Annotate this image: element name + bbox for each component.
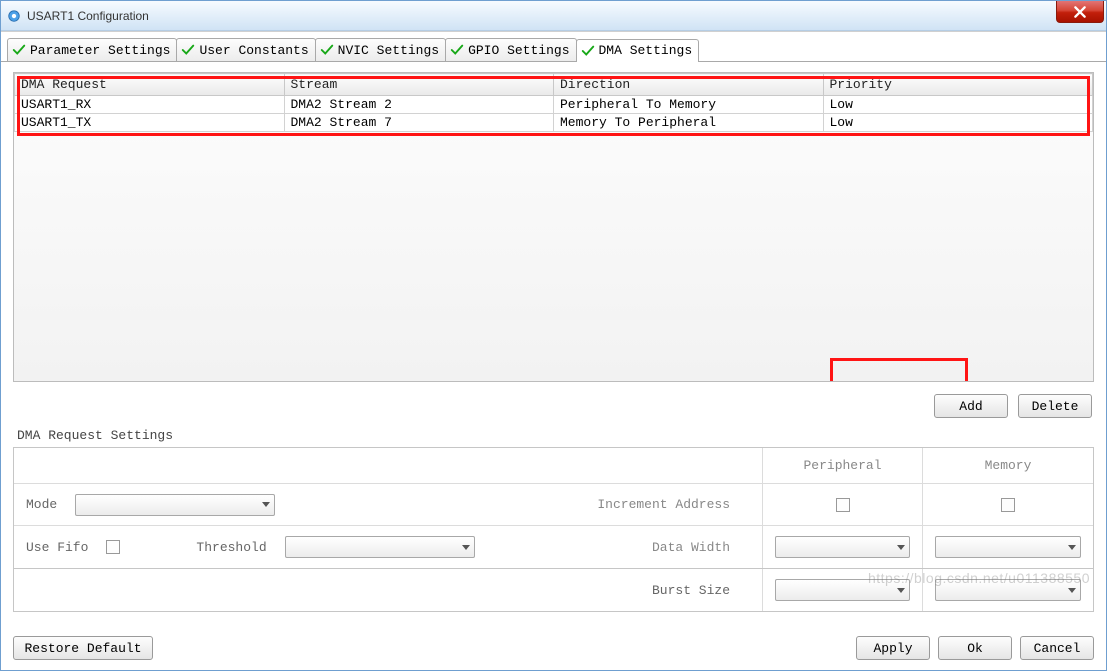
- memory-burst-cell: [923, 569, 1093, 611]
- chevron-down-icon: [897, 545, 905, 550]
- close-button[interactable]: [1056, 1, 1104, 23]
- cell-dir: Memory To Peripheral: [554, 114, 824, 132]
- data-width-label: Data Width: [652, 540, 730, 555]
- col-direction[interactable]: Direction: [554, 74, 824, 96]
- fifo-row: Use Fifo Threshold Data Width: [14, 526, 763, 568]
- delete-button[interactable]: Delete: [1018, 394, 1092, 418]
- titlebar: USART1 Configuration: [1, 1, 1106, 31]
- mode-row: Mode Increment Address: [14, 484, 763, 526]
- memory-burst-combo[interactable]: [935, 579, 1081, 601]
- peripheral-burst-combo[interactable]: [775, 579, 910, 601]
- tab-label: Parameter Settings: [30, 43, 170, 58]
- peripheral-inc-checkbox-cell: [763, 484, 923, 526]
- table-row[interactable]: USART1_RX DMA2 Stream 2 Peripheral To Me…: [15, 96, 1093, 114]
- peripheral-data-width-combo[interactable]: [775, 536, 910, 558]
- chevron-down-icon: [262, 502, 270, 507]
- use-fifo-checkbox[interactable]: [106, 540, 120, 554]
- cell-req: USART1_TX: [15, 114, 285, 132]
- burst-row: Burst Size: [14, 569, 763, 611]
- tab-label: NVIC Settings: [338, 43, 439, 58]
- table-button-row: Add Delete: [13, 382, 1094, 424]
- peripheral-burst-cell: [763, 569, 923, 611]
- use-fifo-label: Use Fifo: [26, 540, 88, 555]
- dma-table: DMA Request Stream Direction Priority US…: [14, 73, 1093, 132]
- cancel-button[interactable]: Cancel: [1020, 636, 1094, 660]
- check-icon: [181, 43, 195, 57]
- peripheral-width-cell: [763, 526, 923, 568]
- tab-nvic-settings[interactable]: NVIC Settings: [315, 38, 446, 61]
- chevron-down-icon: [897, 588, 905, 593]
- dma-panel: DMA Request Stream Direction Priority US…: [1, 62, 1106, 624]
- memory-inc-checkbox-cell: [923, 484, 1093, 526]
- memory-width-cell: [923, 526, 1093, 568]
- empty-cell: [14, 448, 763, 484]
- add-button[interactable]: Add: [934, 394, 1008, 418]
- check-icon: [12, 43, 26, 57]
- chevron-down-icon: [1068, 588, 1076, 593]
- mode-label: Mode: [26, 497, 57, 512]
- col-dma-request[interactable]: DMA Request: [15, 74, 285, 96]
- threshold-label: Threshold: [196, 540, 266, 555]
- tab-parameter-settings[interactable]: Parameter Settings: [7, 38, 177, 61]
- cell-stream: DMA2 Stream 7: [284, 114, 554, 132]
- memory-inc-checkbox[interactable]: [1001, 498, 1015, 512]
- cell-req: USART1_RX: [15, 96, 285, 114]
- tab-label: GPIO Settings: [468, 43, 569, 58]
- check-icon: [581, 44, 595, 58]
- memory-header: Memory: [923, 448, 1093, 484]
- restore-default-button[interactable]: Restore Default: [13, 636, 153, 660]
- chevron-down-icon: [1068, 545, 1076, 550]
- burst-size-label: Burst Size: [652, 583, 730, 598]
- tab-dma-settings[interactable]: DMA Settings: [576, 39, 700, 62]
- highlight-add-button: [830, 358, 968, 382]
- table-row[interactable]: USART1_TX DMA2 Stream 7 Memory To Periph…: [15, 114, 1093, 132]
- check-icon: [450, 43, 464, 57]
- window: USART1 Configuration Parameter Settings …: [0, 0, 1107, 671]
- ok-button[interactable]: Ok: [938, 636, 1012, 660]
- tab-bar: Parameter Settings User Constants NVIC S…: [1, 32, 1106, 62]
- memory-data-width-combo[interactable]: [935, 536, 1081, 558]
- cell-dir: Peripheral To Memory: [554, 96, 824, 114]
- col-priority[interactable]: Priority: [823, 74, 1093, 96]
- threshold-combo[interactable]: [285, 536, 475, 558]
- mode-combo[interactable]: [75, 494, 275, 516]
- cell-stream: DMA2 Stream 2: [284, 96, 554, 114]
- tab-user-constants[interactable]: User Constants: [176, 38, 315, 61]
- tab-label: User Constants: [199, 43, 308, 58]
- col-stream[interactable]: Stream: [284, 74, 554, 96]
- close-icon: [1073, 5, 1087, 19]
- increment-address-label: Increment Address: [597, 497, 730, 512]
- check-icon: [320, 43, 334, 57]
- dma-request-settings-label: DMA Request Settings: [13, 424, 1094, 447]
- peripheral-inc-checkbox[interactable]: [836, 498, 850, 512]
- dma-table-area: DMA Request Stream Direction Priority US…: [13, 72, 1094, 382]
- content: Parameter Settings User Constants NVIC S…: [1, 31, 1106, 670]
- cell-prio: Low: [823, 96, 1093, 114]
- window-title: USART1 Configuration: [27, 9, 149, 23]
- tab-label: DMA Settings: [599, 43, 693, 58]
- tab-gpio-settings[interactable]: GPIO Settings: [445, 38, 576, 61]
- cell-prio: Low: [823, 114, 1093, 132]
- peripheral-header: Peripheral: [763, 448, 923, 484]
- dma-request-settings: Peripheral Memory Mode Increment Address…: [13, 447, 1094, 569]
- burst-row-box: Burst Size: [13, 569, 1094, 612]
- app-icon: [7, 9, 21, 23]
- table-header-row: DMA Request Stream Direction Priority: [15, 74, 1093, 96]
- bottom-bar: Restore Default Apply Ok Cancel: [1, 624, 1106, 670]
- chevron-down-icon: [462, 545, 470, 550]
- apply-button[interactable]: Apply: [856, 636, 930, 660]
